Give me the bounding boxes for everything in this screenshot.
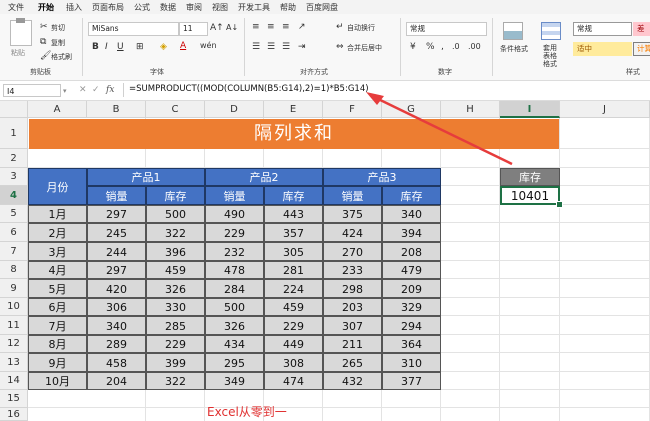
annotation-arrow [366, 92, 513, 166]
